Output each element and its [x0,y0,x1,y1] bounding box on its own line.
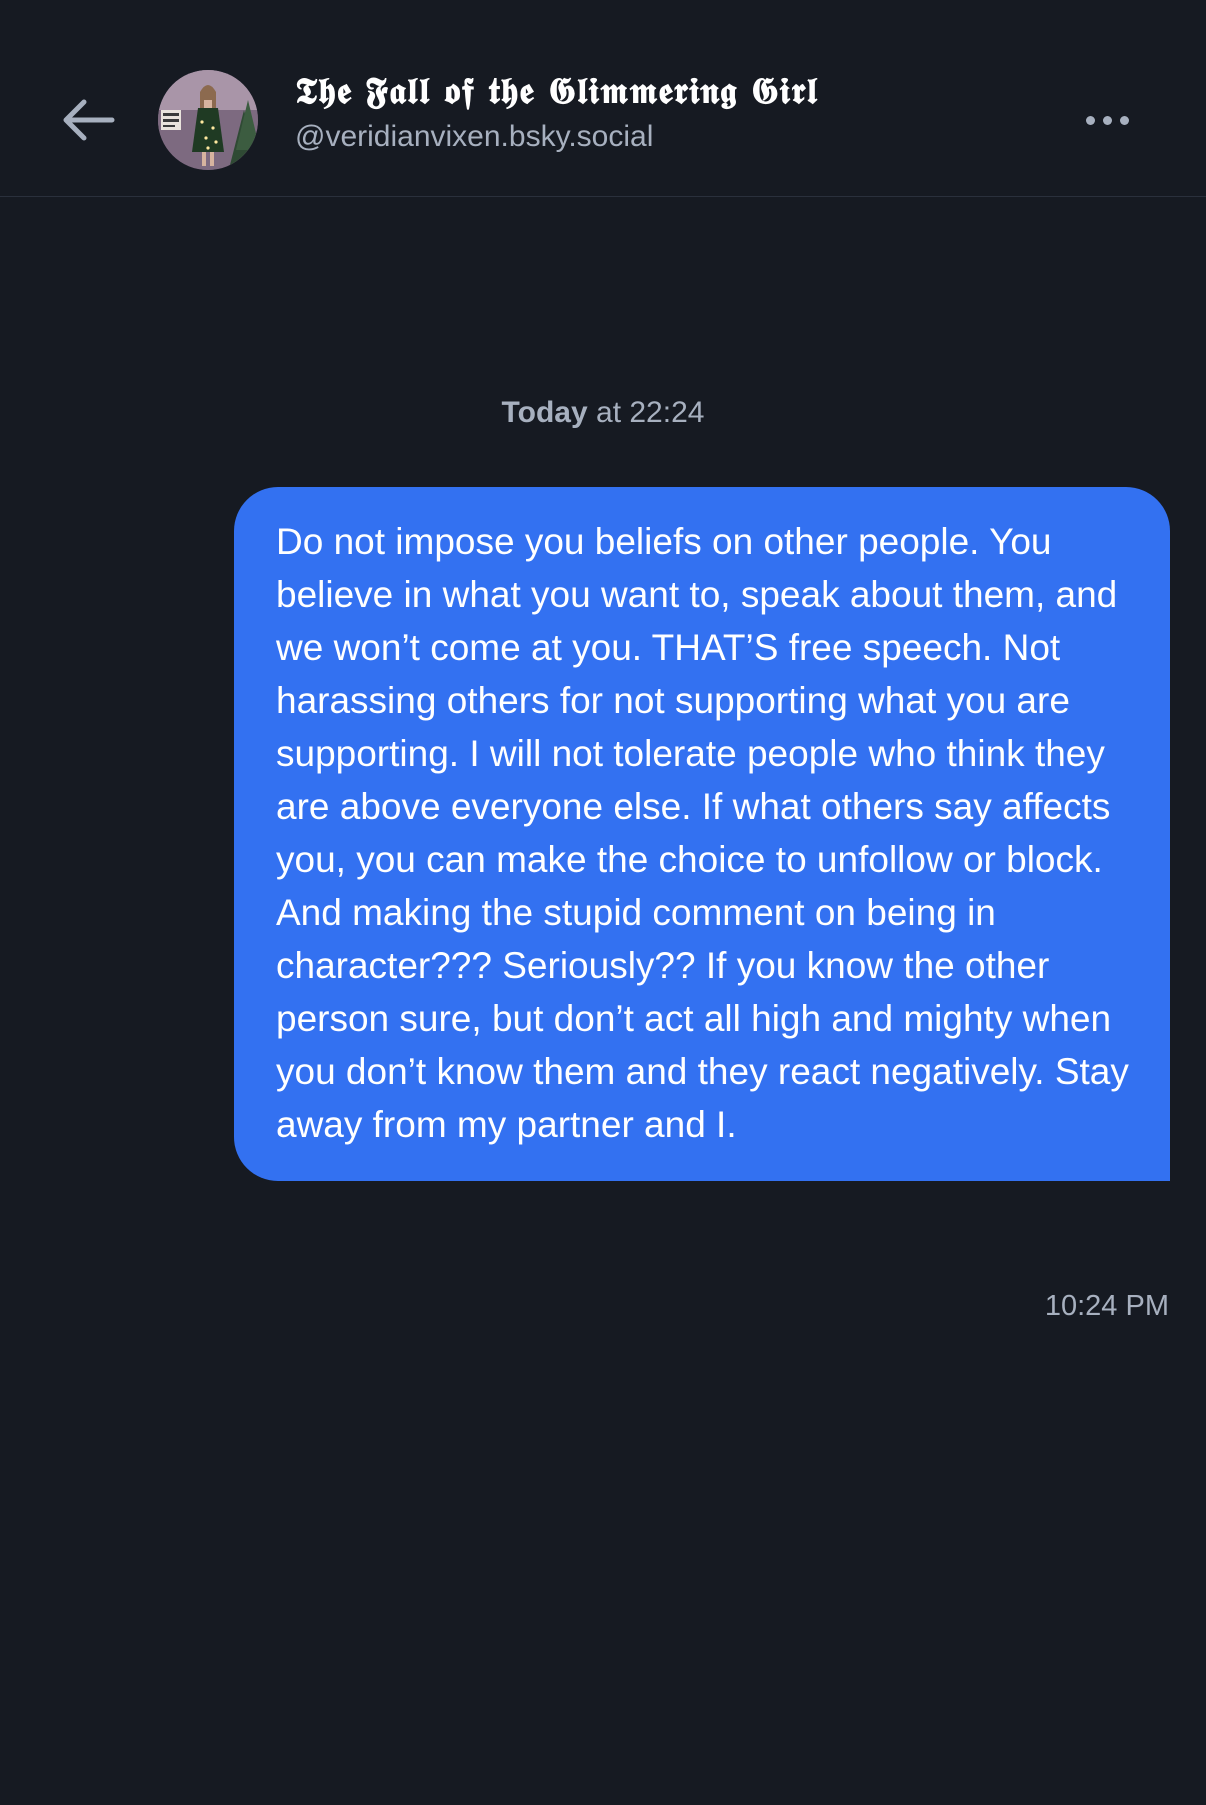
avatar[interactable] [158,70,258,170]
date-time-label: at 22:24 [587,396,705,429]
arrow-left-icon [63,99,115,141]
ellipsis-icon [1085,115,1129,125]
display-name[interactable]: 𝕿𝖍𝖊 𝕱𝖆𝖑𝖑 𝖔𝖋 𝖙𝖍𝖊 𝕲𝖑𝖎𝖒𝖒𝖊𝖗𝖎𝖓𝖌 𝕲𝖎𝖗𝖑 [295,70,818,113]
avatar-image [158,70,258,170]
user-handle[interactable]: @veridianvixen.bsky.social [295,120,653,154]
more-options-button[interactable] [1072,96,1142,144]
message-timestamp: 10:24 PM [1044,1290,1169,1322]
conversation-header: 𝕿𝖍𝖊 𝕱𝖆𝖑𝖑 𝖔𝖋 𝖙𝖍𝖊 𝕲𝖑𝖎𝖒𝖒𝖊𝖗𝖎𝖓𝖌 𝕲𝖎𝖗𝖑 @veridia… [0,0,1206,197]
back-button[interactable] [56,88,120,152]
date-separator: Today at 22:24 [0,396,1206,430]
date-label: Today [501,396,588,429]
message-bubble[interactable]: Do not impose you beliefs on other peopl… [234,487,1170,1181]
